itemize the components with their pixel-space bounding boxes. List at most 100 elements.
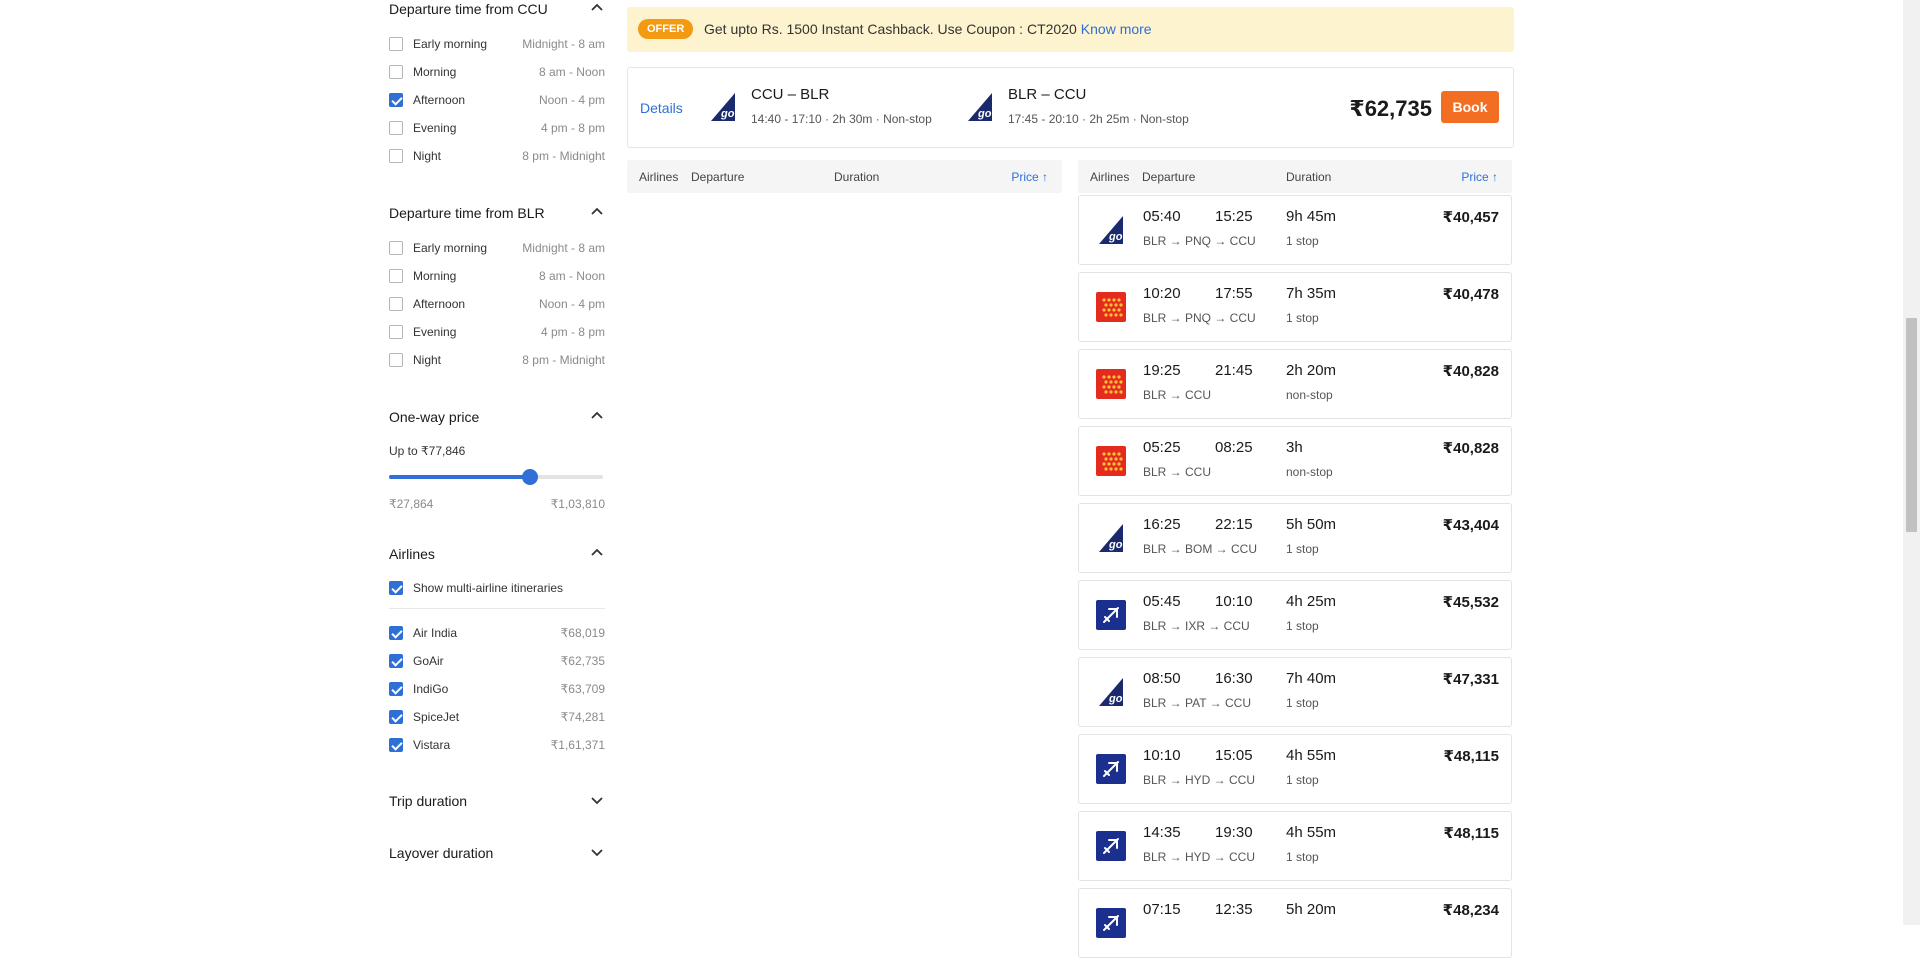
filter-airlines-header[interactable]: Airlines xyxy=(389,546,605,562)
chevron-down-icon[interactable] xyxy=(589,844,605,860)
airline-checkbox[interactable] xyxy=(389,654,403,668)
dep-blr-option[interactable]: Morning 8 am - Noon xyxy=(389,267,605,287)
dep-ccu-checkbox[interactable] xyxy=(389,149,403,163)
dep-blr-label: Afternoon xyxy=(413,297,466,311)
airline-option[interactable]: Air India ₹68,019 xyxy=(389,624,605,644)
flight-card[interactable]: go 16:25 22:15 5h 50m ₹43,404 BLR → BOM → CCU… xyxy=(1078,503,1512,573)
flight-duration: 7h 35m xyxy=(1286,285,1337,302)
dep-blr-option[interactable]: Afternoon Noon - 4 pm xyxy=(389,295,605,315)
chevron-up-icon[interactable] xyxy=(589,204,605,220)
departure-time: 05:40 xyxy=(1143,208,1181,225)
airline-checkbox[interactable] xyxy=(389,710,403,724)
filter-price-title: One-way price xyxy=(389,409,480,425)
flight-card[interactable]: go 08:50 16:30 7h 40m ₹47,331 BLR → PAT → CCU… xyxy=(1078,657,1512,727)
book-button[interactable]: Book xyxy=(1441,91,1499,123)
goair-logo-icon: go xyxy=(968,93,992,121)
dep-blr-checkbox[interactable] xyxy=(389,297,403,311)
airline-option[interactable]: IndiGo ₹63,709 xyxy=(389,680,605,700)
dep-ccu-option[interactable]: Afternoon Noon - 4 pm xyxy=(389,91,605,111)
details-link[interactable]: Details xyxy=(640,100,683,116)
dep-blr-option[interactable]: Night 8 pm - Midnight xyxy=(389,351,605,371)
dep-blr-checkbox[interactable] xyxy=(389,325,403,339)
airline-checkbox[interactable] xyxy=(389,626,403,640)
flight-duration: 4h 55m xyxy=(1286,747,1337,764)
flight-duration: 4h 25m xyxy=(1286,593,1337,610)
flight-card[interactable]: 10:20 17:55 7h 35m ₹40,478 BLR → PNQ → CCU 1 … xyxy=(1078,272,1512,342)
filter-dep-blr-header[interactable]: Departure time from BLR xyxy=(389,205,605,221)
page-scrollbar-thumb[interactable] xyxy=(1906,318,1917,532)
flight-card[interactable]: 19:25 21:45 2h 20m ₹40,828 BLR → CCU non-stop xyxy=(1078,349,1512,419)
offer-banner: OFFER Get upto Rs. 1500 Instant Cashback… xyxy=(627,7,1514,52)
col-duration[interactable]: Duration xyxy=(834,170,879,184)
flight-stops: 1 stop xyxy=(1286,773,1319,787)
dep-blr-option[interactable]: Evening 4 pm - 8 pm xyxy=(389,323,605,343)
dep-ccu-option[interactable]: Early morning Midnight - 8 am xyxy=(389,35,605,55)
dep-blr-value: Noon - 4 pm xyxy=(538,297,605,311)
col-departure[interactable]: Departure xyxy=(691,170,744,184)
flight-card[interactable]: 14:35 19:30 4h 55m ₹48,115 BLR → HYD → CCU 1 … xyxy=(1078,811,1512,881)
chevron-up-icon[interactable] xyxy=(589,545,605,561)
dep-ccu-checkbox[interactable] xyxy=(389,65,403,79)
dep-ccu-option[interactable]: Evening 4 pm - 8 pm xyxy=(389,119,605,139)
airline-label: SpiceJet xyxy=(413,710,460,724)
goair-logo-icon: go xyxy=(1099,216,1123,244)
chevron-up-icon[interactable] xyxy=(589,0,605,16)
col-airlines[interactable]: Airlines xyxy=(1090,170,1129,184)
airline-option[interactable]: Vistara ₹1,61,371 xyxy=(389,736,605,756)
flight-card[interactable]: 05:45 10:10 4h 25m ₹45,532 BLR → IXR → CCU 1 … xyxy=(1078,580,1512,650)
flight-price: ₹48,115 xyxy=(1443,825,1500,842)
offer-know-more-link[interactable]: Know more xyxy=(1081,21,1152,37)
airline-label: GoAir xyxy=(413,654,444,668)
flight-route: BLR → PNQ → CCU xyxy=(1143,311,1256,325)
chevron-up-icon[interactable] xyxy=(589,408,605,424)
departure-time: 10:20 xyxy=(1143,285,1181,302)
airline-checkbox[interactable] xyxy=(389,682,403,696)
svg-text:go: go xyxy=(977,108,992,120)
dep-ccu-checkbox[interactable] xyxy=(389,121,403,135)
outbound-route: CCU – BLR xyxy=(751,86,830,103)
airline-option[interactable]: GoAir ₹62,735 xyxy=(389,652,605,672)
flight-card[interactable]: 07:15 12:35 5h 20m ₹48,234 xyxy=(1078,888,1512,958)
col-duration[interactable]: Duration xyxy=(1286,170,1331,184)
chevron-down-icon[interactable] xyxy=(589,792,605,808)
departure-time: 14:35 xyxy=(1143,824,1181,841)
flight-duration: 4h 55m xyxy=(1286,824,1337,841)
flight-card[interactable]: go 05:40 15:25 9h 45m ₹40,457 BLR → PNQ → CCU… xyxy=(1078,195,1512,265)
dep-ccu-value: Noon - 4 pm xyxy=(538,93,605,107)
flight-card[interactable]: 10:10 15:05 4h 55m ₹48,115 BLR → HYD → CCU 1 … xyxy=(1078,734,1512,804)
price-slider-handle[interactable] xyxy=(522,469,538,485)
arrival-time: 17:55 xyxy=(1215,285,1253,302)
flight-stops: 1 stop xyxy=(1286,311,1319,325)
col-price-sort[interactable]: Price ↑ xyxy=(1461,170,1498,184)
col-price-sort[interactable]: Price ↑ xyxy=(1011,170,1048,184)
dep-blr-option[interactable]: Early morning Midnight - 8 am xyxy=(389,239,605,259)
offer-message: Get upto Rs. 1500 Instant Cashback. Use … xyxy=(704,21,1077,37)
dep-ccu-checkbox[interactable] xyxy=(389,93,403,107)
airline-checkbox[interactable] xyxy=(389,738,403,752)
flight-stops: non-stop xyxy=(1286,465,1333,479)
filter-trip-duration-header[interactable]: Trip duration xyxy=(389,793,605,809)
flight-duration: 3h xyxy=(1286,439,1303,456)
selected-itinerary-summary: Details go CCU – BLR 14:40 - 17:10 · 2h … xyxy=(627,67,1514,148)
dep-ccu-option[interactable]: Morning 8 am - Noon xyxy=(389,63,605,83)
flight-route: BLR → IXR → CCU xyxy=(1143,619,1250,633)
flight-price: ₹48,234 xyxy=(1442,902,1499,919)
filter-price-header[interactable]: One-way price xyxy=(389,409,605,425)
dep-ccu-label: Morning xyxy=(413,65,457,79)
airline-option[interactable]: SpiceJet ₹74,281 xyxy=(389,708,605,728)
flight-stops: 1 stop xyxy=(1286,850,1319,864)
dep-blr-checkbox[interactable] xyxy=(389,269,403,283)
flight-route: BLR → BOM → CCU xyxy=(1143,542,1258,556)
airline-label: Vistara xyxy=(413,738,451,752)
filter-layover-duration-header[interactable]: Layover duration xyxy=(389,845,605,861)
multi-airline-checkbox[interactable] xyxy=(389,581,403,595)
filter-dep-ccu-header[interactable]: Departure time from CCU xyxy=(389,1,605,17)
dep-blr-checkbox[interactable] xyxy=(389,241,403,255)
dep-ccu-option[interactable]: Night 8 pm - Midnight xyxy=(389,147,605,167)
col-airlines[interactable]: Airlines xyxy=(639,170,678,184)
dep-blr-checkbox[interactable] xyxy=(389,353,403,367)
col-departure[interactable]: Departure xyxy=(1142,170,1195,184)
flight-card[interactable]: 05:25 08:25 3h ₹40,828 BLR → CCU non-stop xyxy=(1078,426,1512,496)
multi-airline-option[interactable]: Show multi-airline itineraries xyxy=(389,579,605,599)
dep-ccu-checkbox[interactable] xyxy=(389,37,403,51)
